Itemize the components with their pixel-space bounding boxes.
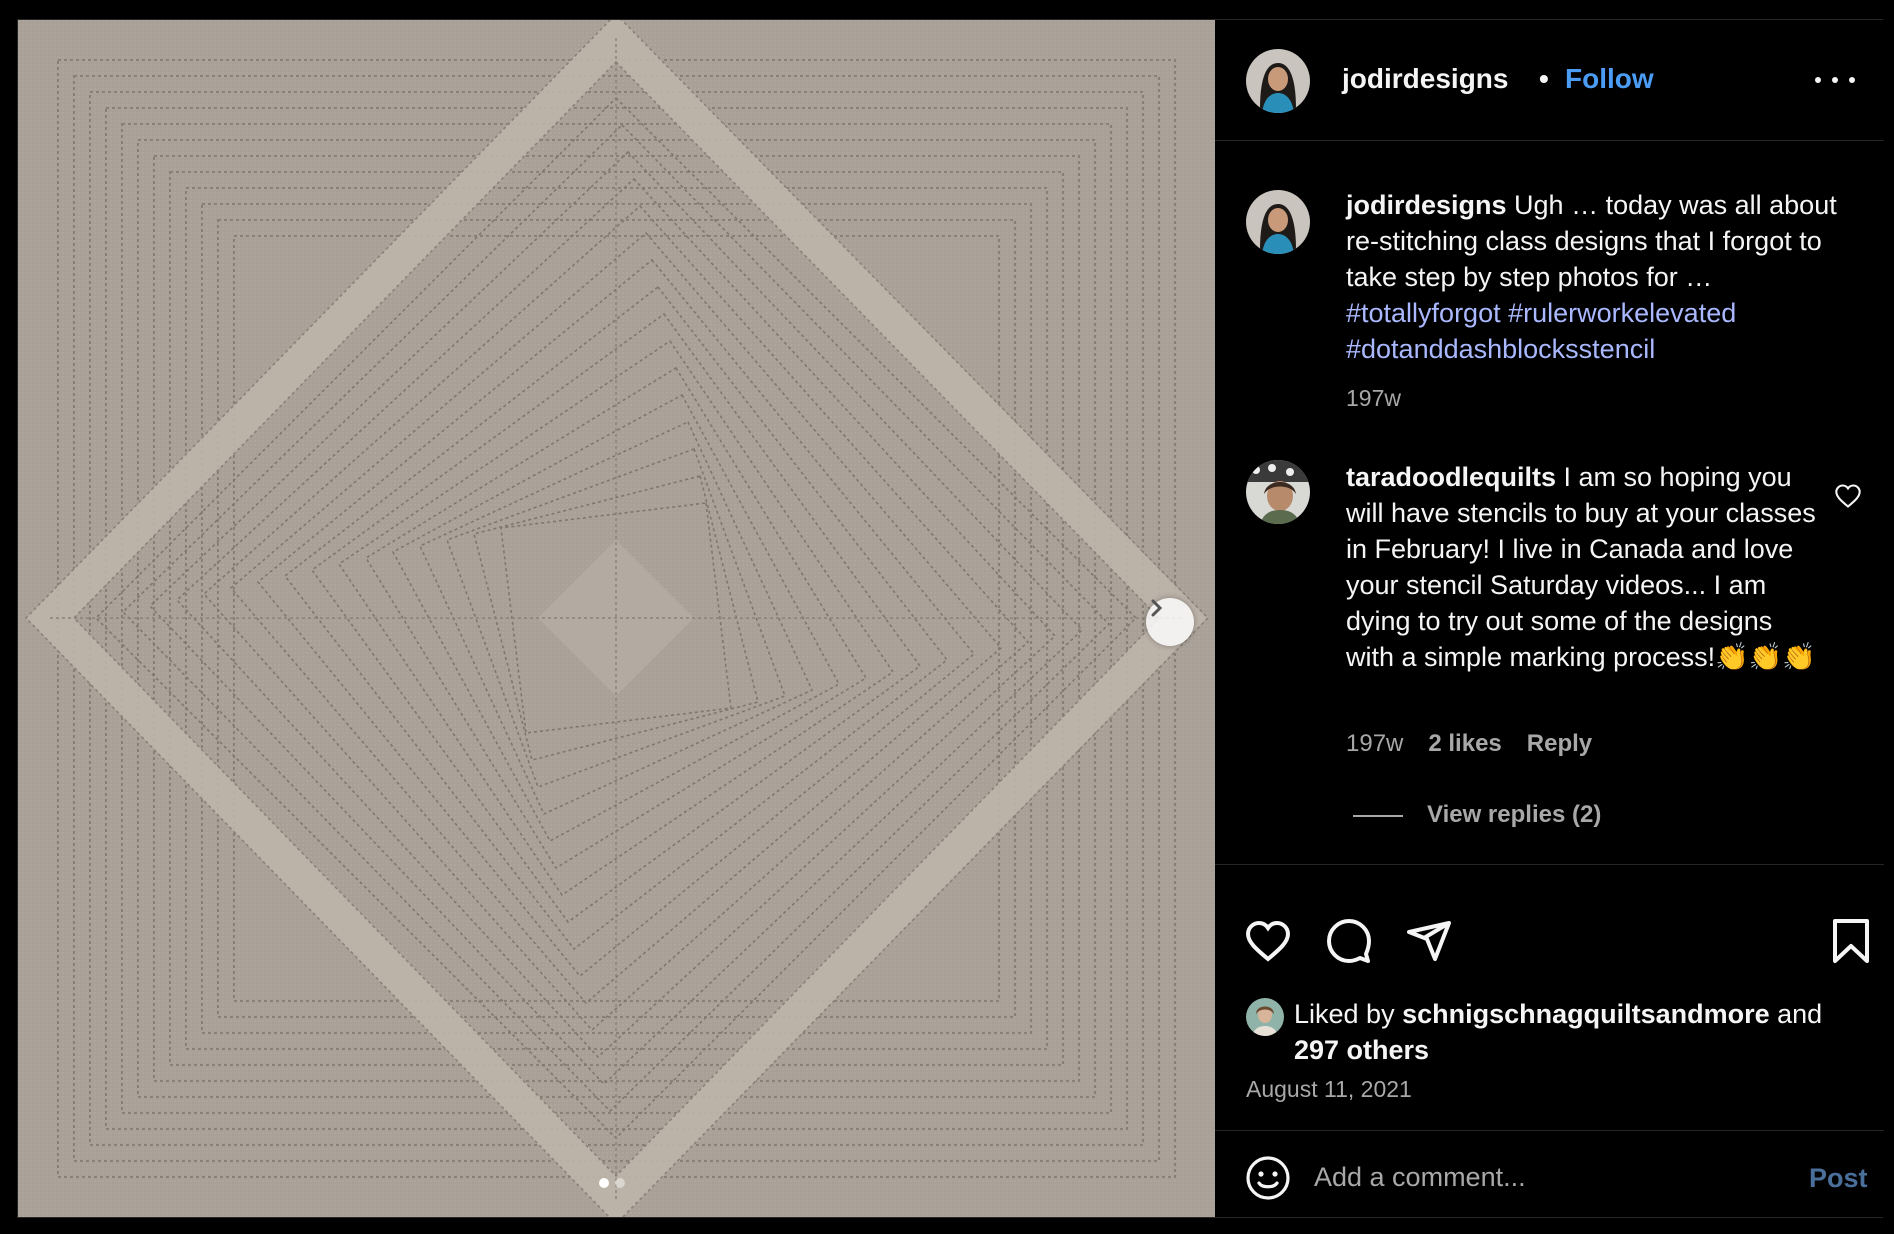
- liker-username[interactable]: schnigschnagquiltsandmore: [1402, 999, 1770, 1029]
- post-comment-button[interactable]: Post: [1809, 1163, 1868, 1194]
- hashtag[interactable]: #dotanddashblocksstencil: [1346, 334, 1655, 364]
- author-username[interactable]: jodirdesigns: [1342, 63, 1508, 95]
- quilt-image: [18, 20, 1215, 1217]
- chevron-right-icon: [1151, 599, 1163, 617]
- send-icon[interactable]: [1405, 917, 1453, 965]
- likes-prefix: Liked by: [1294, 999, 1403, 1029]
- comment-meta: 197w 2 likes Reply: [1346, 730, 1592, 758]
- bookmark-icon[interactable]: [1829, 917, 1873, 965]
- post-date[interactable]: August 11, 2021: [1246, 1076, 1412, 1103]
- next-image-button[interactable]: [1146, 598, 1194, 646]
- separator-dot: •: [1539, 63, 1549, 94]
- hashtag[interactable]: #rulerworkelevated: [1508, 298, 1736, 328]
- comment-like-icon[interactable]: [1834, 482, 1862, 510]
- reply-button[interactable]: Reply: [1527, 730, 1592, 758]
- emoji-icon[interactable]: [1244, 1154, 1292, 1202]
- likes-others-link[interactable]: 297 others: [1294, 1035, 1429, 1065]
- post-side-panel: jodirdesigns • Follow jodirdesigns Ugh ……: [1215, 20, 1884, 1217]
- likes-summary: Liked by schnigschnagquiltsandmore and 2…: [1294, 996, 1864, 1068]
- caption-author-avatar[interactable]: [1246, 190, 1310, 254]
- comment-username[interactable]: taradoodlequilts: [1346, 462, 1556, 492]
- comment-text: I am so hoping you will have stencils to…: [1346, 462, 1816, 672]
- post-header: jodirdesigns • Follow: [1215, 20, 1884, 141]
- view-replies-button[interactable]: View replies (2): [1427, 801, 1601, 829]
- carousel-dot-active: [599, 1178, 609, 1188]
- heart-icon[interactable]: [1244, 917, 1292, 965]
- post-dialog: jodirdesigns • Follow jodirdesigns Ugh ……: [17, 19, 1884, 1218]
- follow-button[interactable]: Follow: [1565, 63, 1654, 95]
- caption-username[interactable]: jodirdesigns: [1346, 190, 1507, 220]
- replies-divider: [1353, 815, 1403, 817]
- likes-middle: and: [1769, 999, 1823, 1029]
- liker-avatar[interactable]: [1246, 998, 1284, 1036]
- author-avatar[interactable]: [1246, 49, 1310, 113]
- comment-timestamp[interactable]: 197w: [1346, 730, 1403, 758]
- commenter-avatar[interactable]: [1246, 460, 1310, 524]
- comment-body: taradoodlequilts I am so hoping you will…: [1346, 459, 1826, 675]
- comment-likes[interactable]: 2 likes: [1428, 730, 1501, 758]
- post-caption: jodirdesigns Ugh … today was all about r…: [1346, 187, 1846, 367]
- caption-timestamp[interactable]: 197w: [1346, 385, 1401, 412]
- comment-emoji: 👏👏👏: [1715, 642, 1816, 672]
- comment-input[interactable]: [1314, 1157, 1754, 1197]
- comment-icon[interactable]: [1325, 917, 1373, 965]
- post-image[interactable]: [18, 20, 1215, 1217]
- carousel-dot: [615, 1178, 625, 1188]
- post-actions: Liked by schnigschnagquiltsandmore and 2…: [1215, 864, 1884, 1134]
- add-comment-bar: Post: [1215, 1130, 1884, 1217]
- carousel-indicator: [599, 1178, 625, 1188]
- hashtag[interactable]: #totallyforgot: [1346, 298, 1501, 328]
- more-options-icon[interactable]: [1815, 70, 1855, 90]
